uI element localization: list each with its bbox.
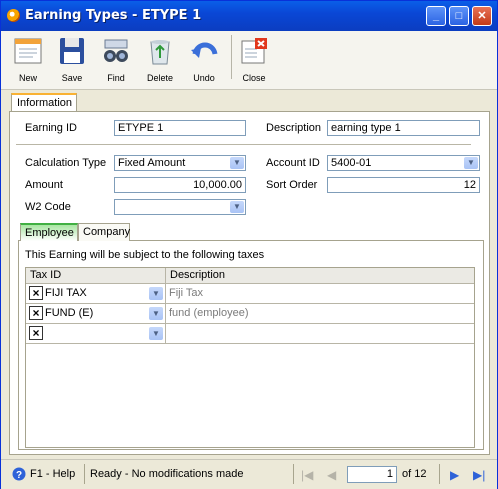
calculation-type-value: Fixed Amount — [118, 157, 186, 169]
svg-text:?: ? — [16, 470, 22, 481]
previous-record-icon[interactable]: ◀ — [327, 468, 336, 482]
tax-id-cell[interactable]: FUND (E) — [45, 307, 93, 319]
help-label[interactable]: F1 - Help — [30, 468, 75, 480]
calculation-type-select[interactable]: Fixed Amount ▼ — [114, 155, 246, 171]
minimize-button[interactable]: _ — [426, 6, 446, 26]
page-number-input[interactable]: 1 — [347, 466, 397, 483]
new-button[interactable]: New — [9, 33, 47, 87]
floppy-disk-icon — [60, 38, 84, 64]
recycle-bin-icon — [150, 40, 170, 65]
toolbar-separator — [231, 35, 232, 79]
help-icon[interactable]: ? — [12, 467, 26, 481]
last-record-icon[interactable]: ▶| — [473, 468, 485, 482]
new-label: New — [18, 73, 37, 83]
chevron-down-icon[interactable]: ▼ — [464, 157, 478, 169]
w2-code-label: W2 Code — [25, 201, 71, 213]
taxes-caption: This Earning will be subject to the foll… — [25, 249, 265, 261]
status-separator — [293, 464, 294, 484]
earning-types-window: Earning Types - ETYPE 1 _ □ ✕ New Save F… — [0, 0, 498, 489]
chevron-down-icon[interactable]: ▼ — [149, 327, 163, 340]
tab-company[interactable]: Company — [78, 223, 130, 241]
column-divider — [165, 304, 166, 323]
divider — [16, 144, 471, 145]
sort-order-label: Sort Order — [266, 179, 318, 191]
close-window-button[interactable]: ✕ — [472, 6, 492, 26]
account-id-select[interactable]: 5400-01 ▼ — [327, 155, 480, 171]
taxes-grid: Tax ID Description × FIJI TAX ▼ Fiji Tax… — [25, 267, 475, 448]
undo-button[interactable]: Undo — [185, 33, 223, 87]
table-row[interactable]: × FUND (E) ▼ fund (employee) — [26, 304, 474, 324]
first-record-icon[interactable]: |◀ — [301, 468, 313, 482]
chevron-down-icon[interactable]: ▼ — [230, 157, 244, 169]
binoculars-icon — [104, 39, 128, 62]
find-button[interactable]: Find — [97, 33, 135, 87]
status-message: Ready - No modifications made — [90, 468, 244, 480]
close-button[interactable]: Close — [235, 33, 273, 87]
next-record-icon[interactable]: ▶ — [450, 468, 459, 482]
tab-information[interactable]: Information — [11, 93, 77, 112]
account-id-value: 5400-01 — [331, 157, 372, 169]
description-field[interactable]: earning type 1 — [327, 120, 480, 136]
sort-order-field[interactable]: 12 — [327, 177, 480, 193]
delete-label: Delete — [146, 73, 173, 83]
delete-row-icon[interactable]: × — [29, 326, 43, 340]
tax-id-cell[interactable]: FIJI TAX — [45, 287, 87, 299]
column-header-tax-id[interactable]: Tax ID — [26, 268, 166, 284]
earning-id-field[interactable]: ETYPE 1 — [114, 120, 246, 136]
description-cell: Fiji Tax — [169, 287, 204, 299]
new-document-icon — [14, 38, 42, 64]
undo-label: Undo — [193, 73, 215, 83]
delete-row-icon[interactable]: × — [29, 306, 43, 320]
table-row[interactable]: × FIJI TAX ▼ Fiji Tax — [26, 284, 474, 304]
title-bar[interactable]: Earning Types - ETYPE 1 _ □ ✕ — [1, 1, 497, 31]
description-cell: fund (employee) — [169, 307, 249, 319]
column-divider — [165, 324, 166, 343]
table-row-new[interactable]: × ▼ — [26, 324, 474, 344]
close-label: Close — [242, 73, 266, 83]
earning-id-label: Earning ID — [25, 122, 77, 134]
toolbar: New Save Find Delete Undo Close — [1, 31, 497, 90]
window-title: Earning Types - ETYPE 1 — [25, 8, 202, 23]
column-header-description[interactable]: Description — [166, 268, 474, 284]
app-icon — [7, 9, 20, 22]
w2-code-select[interactable]: ▼ — [114, 199, 246, 215]
undo-arrow-icon — [191, 42, 218, 58]
amount-field[interactable]: 10,000.00 — [114, 177, 246, 193]
close-form-icon — [241, 38, 267, 64]
description-label: Description — [266, 122, 322, 134]
status-separator — [84, 464, 85, 484]
maximize-button[interactable]: □ — [449, 6, 469, 26]
tab-employee[interactable]: Employee — [20, 223, 78, 241]
calculation-type-label: Calculation Type — [25, 157, 107, 169]
chevron-down-icon[interactable]: ▼ — [230, 201, 244, 213]
status-bar: ? F1 - Help Ready - No modifications mad… — [1, 459, 497, 489]
delete-button[interactable]: Delete — [141, 33, 179, 87]
status-separator — [439, 464, 440, 484]
page-count-label: of 12 — [402, 468, 427, 480]
account-id-label: Account ID — [266, 157, 320, 169]
amount-label: Amount — [25, 179, 63, 191]
chevron-down-icon[interactable]: ▼ — [149, 287, 163, 300]
chevron-down-icon[interactable]: ▼ — [149, 307, 163, 320]
delete-row-icon[interactable]: × — [29, 286, 43, 300]
save-label: Save — [61, 73, 83, 83]
column-divider — [165, 284, 166, 303]
find-label: Find — [107, 73, 125, 83]
save-button[interactable]: Save — [53, 33, 91, 87]
